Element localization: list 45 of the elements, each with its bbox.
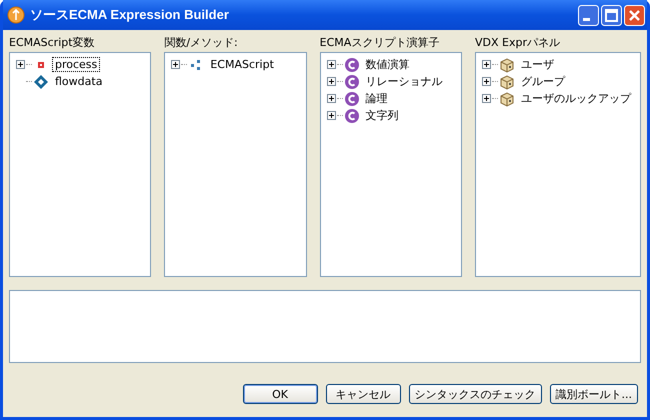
tree-item[interactable]: process [52,57,100,72]
panel-label: 関数/メソッド: [164,35,239,51]
ok-button[interactable]: OK [242,384,318,404]
box-icon [498,90,515,106]
maximize-icon[interactable] [601,4,622,26]
expand-icon[interactable] [171,60,180,69]
tree-item[interactable]: ユーザ [518,56,557,73]
class-icon [344,108,360,124]
box-icon [498,56,515,72]
expand-icon[interactable] [326,77,336,86]
tree-view[interactable]: 数値演算 リレーショナル 論理 文字列 [320,52,462,277]
tree-item[interactable]: ユーザのルックアップ [518,90,634,107]
panel-label: ECMAScript変数 [9,35,96,51]
tree-item[interactable]: グループ [518,73,568,90]
class-icon [344,74,360,90]
diamond-icon [33,74,49,90]
tree-view[interactable]: process flowdata [9,52,152,277]
expression-field[interactable] [9,290,641,363]
expand-icon[interactable] [326,111,336,120]
minimize-icon[interactable] [578,4,599,26]
box-icon [498,74,515,90]
expand-icon[interactable] [326,60,336,69]
panel-label: VDX Exprパネル [474,35,561,51]
tree-item[interactable]: リレーショナル [362,73,446,90]
tree-item[interactable]: 文字列 [362,107,402,124]
tree-item[interactable]: flowdata [52,74,106,89]
tree-item[interactable]: ECMAScript [207,57,277,72]
expand-icon[interactable] [326,94,336,103]
expand-icon[interactable] [482,94,491,103]
close-icon[interactable] [624,4,645,26]
tree-view[interactable]: ユーザ グループ ユーザのルックアップ [474,52,641,277]
class-icon [344,90,360,106]
app-icon [7,6,25,24]
panel-label: ECMAスクリプト演算子 [320,35,440,51]
expand-icon[interactable] [16,60,25,69]
expand-icon[interactable] [482,60,491,69]
dialog-button[interactable]: キャンセル [326,384,400,404]
class-icon [344,56,360,72]
dialog-button[interactable]: 識別ボールト... [550,384,638,404]
tree-item[interactable]: 論理 [362,90,391,107]
tree-view[interactable]: ECMAScript [164,52,307,277]
dialog-button[interactable]: シンタックスのチェック [408,384,542,404]
tree-item[interactable]: 数値演算 [362,56,413,73]
window-title: ソースECMA Expression Builder [30,6,229,24]
expand-icon[interactable] [482,77,491,86]
